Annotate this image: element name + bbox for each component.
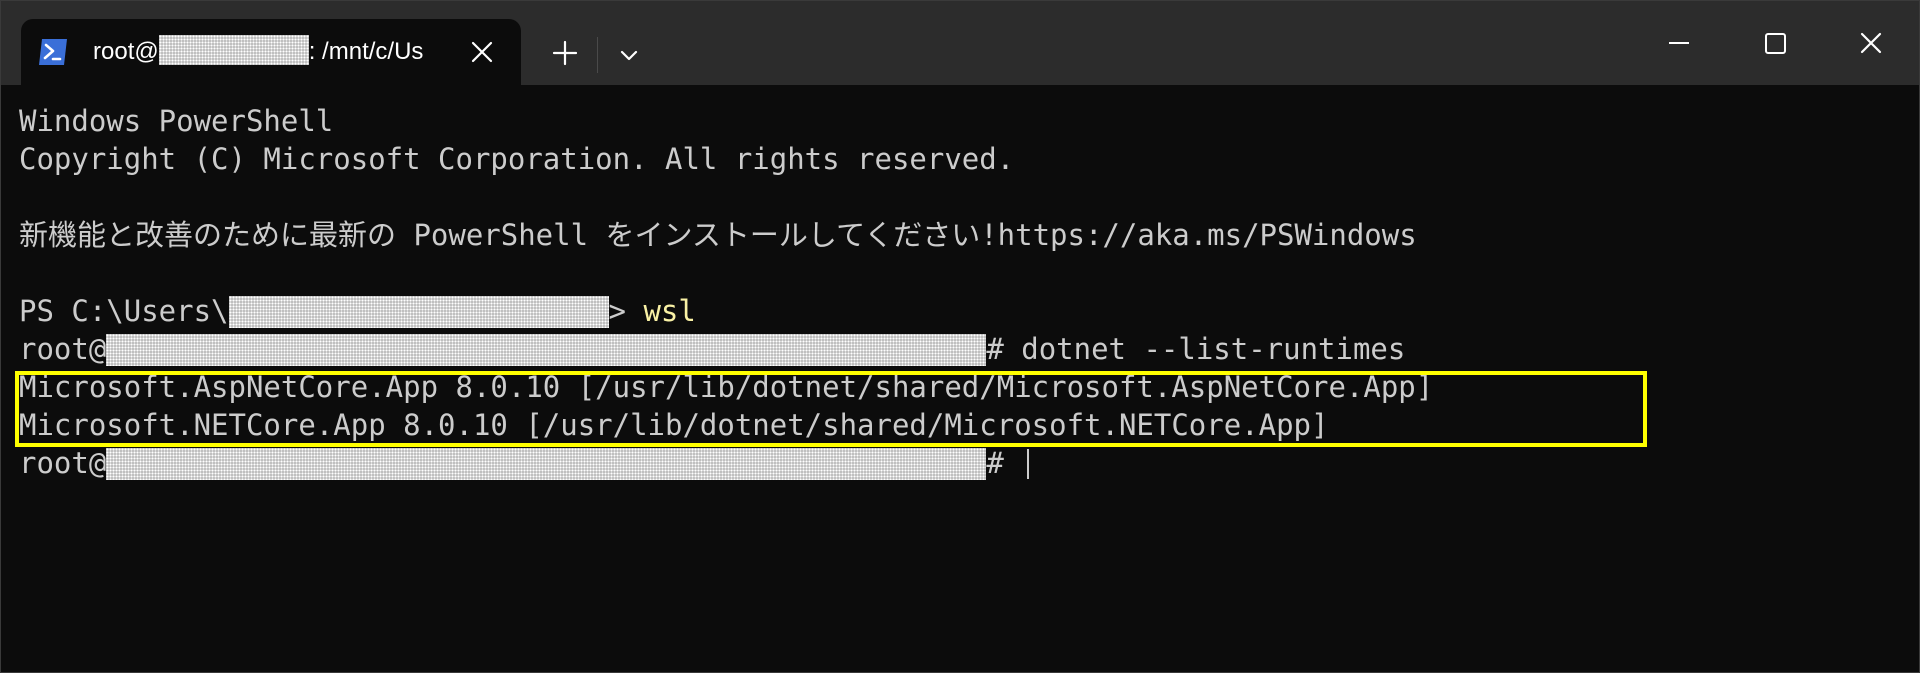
redacted-username xyxy=(228,296,609,328)
terminal-line: Copyright (C) Microsoft Corporation. All… xyxy=(19,142,1015,176)
close-icon[interactable] xyxy=(1841,17,1901,69)
minimize-icon[interactable] xyxy=(1649,17,1709,69)
root-prompt-suffix: # xyxy=(986,332,1022,366)
chevron-down-icon[interactable] xyxy=(611,37,647,73)
terminal-line: 新機能と改善のために最新の PowerShell をインストールしてください!h… xyxy=(19,218,1417,252)
ps-command: wsl xyxy=(643,294,696,328)
ps-prompt-prefix: PS C:\Users\ xyxy=(19,294,229,328)
root-prompt-prefix: root@ xyxy=(19,446,107,480)
terminal-line: Windows PowerShell xyxy=(19,104,334,138)
text-cursor xyxy=(1027,449,1030,479)
root-prompt-line: root@ # xyxy=(19,444,1030,482)
maximize-icon[interactable] xyxy=(1745,17,1805,69)
title-bar[interactable]: root@ : /mnt/c/Us xyxy=(1,1,1919,85)
terminal-window: root@ : /mnt/c/Us Windows PowerShell Copy… xyxy=(0,0,1920,673)
root-prompt-suffix: # xyxy=(986,446,1022,480)
ps-prompt-line: PS C:\Users\ > wsl xyxy=(19,292,696,330)
root-command: dotnet --list-runtimes xyxy=(1021,332,1406,366)
runtime-output-line: Microsoft.AspNetCore.App 8.0.10 [/usr/li… xyxy=(19,370,1434,404)
close-tab-icon[interactable] xyxy=(469,39,495,65)
tab-title-prefix: root@ xyxy=(93,38,159,65)
tab-title-path: : /mnt/c/Us xyxy=(308,38,424,65)
ps-prompt-suffix: > xyxy=(608,294,644,328)
titlebar-separator xyxy=(597,37,598,73)
powershell-icon xyxy=(37,37,69,67)
terminal-output[interactable]: Windows PowerShell Copyright (C) Microso… xyxy=(19,102,1899,662)
new-tab-plus-icon[interactable] xyxy=(545,33,585,73)
redacted-hostname xyxy=(106,334,987,366)
root-prompt-line: root@ # dotnet --list-runtimes xyxy=(19,330,1405,368)
terminal-tab[interactable]: root@ : /mnt/c/Us xyxy=(21,19,521,85)
runtime-output-line: Microsoft.NETCore.App 8.0.10 [/usr/lib/d… xyxy=(19,408,1329,442)
redacted-hostname xyxy=(158,35,309,65)
root-prompt-prefix: root@ xyxy=(19,332,107,366)
redacted-hostname xyxy=(106,448,987,480)
tab-title: root@ : /mnt/c/Us xyxy=(93,35,453,69)
